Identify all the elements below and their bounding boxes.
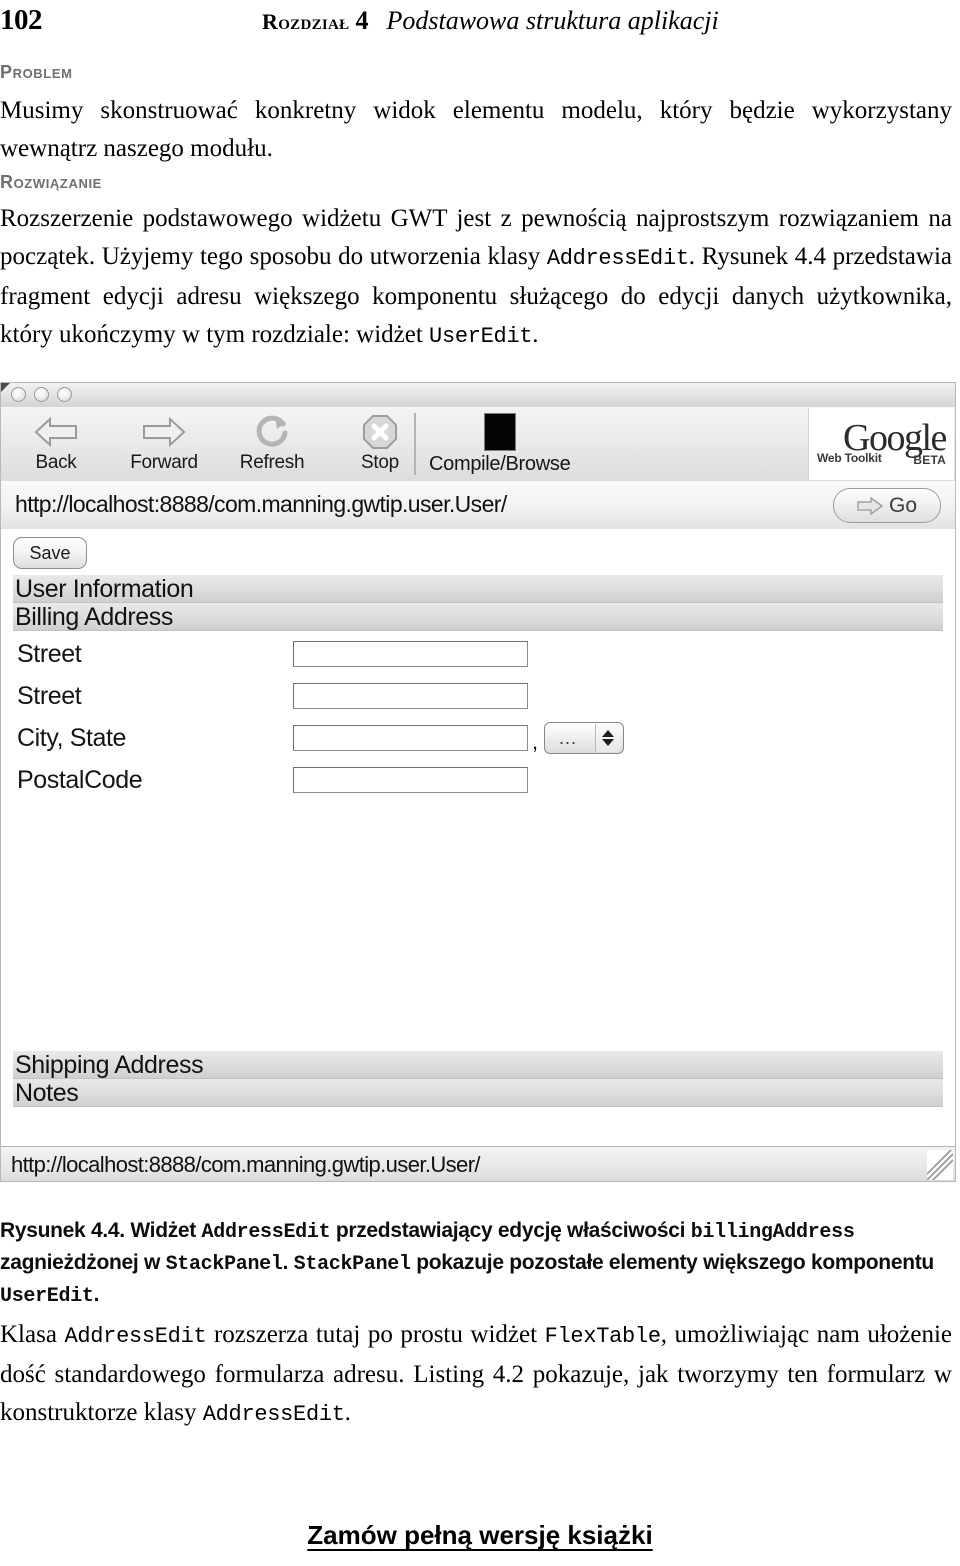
page-number: 102 xyxy=(0,4,43,36)
forward-button[interactable]: Forward xyxy=(125,411,203,472)
form-row-city-state: City, State , ... xyxy=(13,722,633,765)
solution-paragraph: Rozszerzenie podstawowego widżetu GWT je… xyxy=(0,200,952,356)
go-label: Go xyxy=(888,493,917,517)
state-select-value: ... xyxy=(559,728,578,748)
postal-code-label: PostalCode xyxy=(17,766,143,794)
stack-panel-notes[interactable]: Notes xyxy=(13,1079,943,1107)
compile-browse-button[interactable]: Compile/Browse xyxy=(429,411,609,476)
closing-text-4: . xyxy=(344,1399,351,1426)
go-arrow-icon xyxy=(857,496,883,515)
compile-square-icon xyxy=(429,411,609,453)
city-state-separator: , xyxy=(532,729,539,754)
google-web-toolkit-logo: Google Web Toolkit BETA xyxy=(808,408,954,480)
running-head: 102 Rozdział 4 Podstawowa struktura aplika… xyxy=(0,4,960,44)
caption-code-4: StackPanel xyxy=(293,1253,411,1276)
caption-code-1: AddressEdit xyxy=(201,1221,331,1244)
refresh-label: Refresh xyxy=(239,452,305,473)
solution-text-3: . xyxy=(532,321,539,348)
order-full-version-link[interactable]: Zamów pełną wersję książki xyxy=(0,1520,960,1551)
window-controls xyxy=(11,387,72,402)
city-input[interactable] xyxy=(293,725,528,751)
forward-label: Forward xyxy=(130,452,198,473)
compile-browse-label: Compile/Browse xyxy=(429,453,571,475)
toolbar-divider xyxy=(414,413,416,475)
corner-fold-icon xyxy=(1,383,10,392)
caption-mid-1: przedstawiający edycję właściwości xyxy=(330,1219,691,1242)
stop-label: Stop xyxy=(361,452,399,473)
chevron-up-icon xyxy=(602,730,614,737)
web-toolkit-text: Web Toolkit xyxy=(817,451,882,465)
forward-arrow-icon xyxy=(125,411,203,453)
closing-code-3: AddressEdit xyxy=(202,1402,345,1427)
browser-toolbar: Back Forward Refresh Stop Compile/Browse… xyxy=(1,407,955,482)
stop-icon xyxy=(341,411,419,453)
caption-code-2: billingAddress xyxy=(690,1221,855,1244)
closing-code-1: AddressEdit xyxy=(64,1324,207,1349)
caption-mid-2: zagnieżdżonej w xyxy=(0,1251,166,1274)
browser-window: Back Forward Refresh Stop Compile/Browse… xyxy=(0,382,956,1182)
closing-paragraph: Klasa AddressEdit rozszerza tutaj po pro… xyxy=(0,1316,952,1434)
browser-statusbar: http://localhost:8888/com.manning.gwtip.… xyxy=(1,1146,955,1181)
caption-prefix: Rysunek 4.4. Widżet xyxy=(0,1219,202,1242)
caption-code-3: StackPanel xyxy=(165,1253,283,1276)
figure-4-4: Back Forward Refresh Stop Compile/Browse… xyxy=(0,382,956,1182)
refresh-button[interactable]: Refresh xyxy=(233,411,311,472)
url-input[interactable]: http://localhost:8888/com.manning.gwtip.… xyxy=(15,491,507,518)
form-row-postal-code: PostalCode xyxy=(13,765,633,807)
caption-suffix: . xyxy=(93,1283,100,1306)
resize-grip-icon[interactable] xyxy=(927,1150,953,1180)
status-url: http://localhost:8888/com.manning.gwtip.… xyxy=(11,1152,481,1177)
minimize-window-icon[interactable] xyxy=(34,387,49,402)
street-2-input[interactable] xyxy=(293,683,528,709)
solution-heading: Rozwiązanie xyxy=(0,172,102,192)
figure-caption: Rysunek 4.4. Widżet AddressEdit przedsta… xyxy=(0,1216,952,1312)
back-arrow-icon xyxy=(17,411,95,453)
form-row-street-2: Street xyxy=(13,681,633,723)
stack-panel-shipping-address[interactable]: Shipping Address xyxy=(13,1051,943,1079)
closing-text-1: Klasa xyxy=(0,1321,65,1348)
address-bar: http://localhost:8888/com.manning.gwtip.… xyxy=(1,481,955,530)
navigation-buttons: Back Forward Refresh Stop xyxy=(17,411,419,472)
save-button[interactable]: Save xyxy=(13,537,87,569)
stop-button[interactable]: Stop xyxy=(341,411,419,472)
caption-code-5: UserEdit xyxy=(0,1285,94,1308)
chapter-number: 4 xyxy=(355,6,369,35)
zoom-window-icon[interactable] xyxy=(57,387,72,402)
chapter-heading: Rozdział 4 Podstawowa struktura aplikacji xyxy=(262,6,719,36)
street-1-label: Street xyxy=(17,640,82,668)
chevron-down-icon xyxy=(602,739,614,746)
caption-mid-4: pokazuje pozostałe elementy większego ko… xyxy=(410,1251,934,1274)
browser-content: Save User Information Billing Address St… xyxy=(1,529,955,1147)
closing-code-2: FlexTable xyxy=(544,1324,661,1349)
back-button[interactable]: Back xyxy=(17,411,95,472)
chapter-label: Rozdział xyxy=(262,9,350,34)
close-window-icon[interactable] xyxy=(11,387,26,402)
problem-paragraph: Musimy skonstruować konkretny widok elem… xyxy=(0,97,952,162)
chapter-title: Podstawowa struktura aplikacji xyxy=(386,6,719,35)
street-2-label: Street xyxy=(17,682,82,710)
solution-code-1: AddressEdit xyxy=(546,246,689,271)
state-select-stepper[interactable] xyxy=(595,724,620,752)
closing-text-2: rozszerza tutaj po prostu widżet xyxy=(206,1321,545,1348)
form-row-street-1: Street xyxy=(13,639,633,681)
stack-panel-user-information[interactable]: User Information xyxy=(13,575,943,603)
state-select[interactable]: ... xyxy=(544,722,624,754)
browser-titlebar xyxy=(1,383,955,408)
postal-code-input[interactable] xyxy=(293,767,528,793)
back-label: Back xyxy=(35,452,77,473)
city-state-label: City, State xyxy=(17,724,127,752)
refresh-icon xyxy=(233,411,311,453)
beta-badge: BETA xyxy=(913,453,946,467)
caption-mid-3: . xyxy=(282,1251,294,1274)
go-button[interactable]: Go xyxy=(833,488,941,523)
solution-code-2: UserEdit xyxy=(429,324,533,349)
street-1-input[interactable] xyxy=(293,641,528,667)
stack-panel-billing-address[interactable]: Billing Address xyxy=(13,603,943,631)
problem-heading: Problem xyxy=(0,62,73,82)
